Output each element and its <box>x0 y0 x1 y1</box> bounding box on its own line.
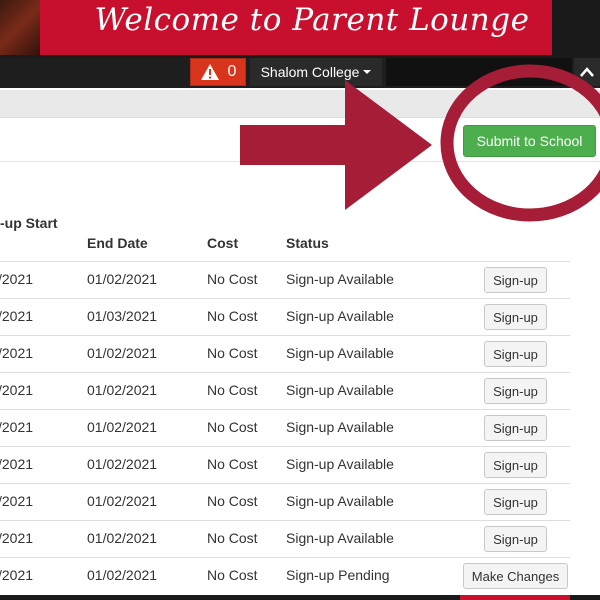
cost-cell: No Cost <box>207 493 258 509</box>
end-date-cell: 01/02/2021 <box>87 419 158 435</box>
sub-toolbar <box>0 90 600 118</box>
end-date-cell: 01/02/2021 <box>87 567 158 583</box>
warning-icon <box>200 64 219 80</box>
status-cell: Sign-up Available <box>286 493 394 509</box>
nav-spacer <box>386 58 572 86</box>
start-date-cell: /2021 <box>0 419 34 435</box>
collapse-up-button[interactable] <box>574 58 600 86</box>
status-cell: Sign-up Available <box>286 345 394 361</box>
table-row: /2021 01/02/2021 No Cost Sign-up Available S… <box>0 409 570 446</box>
alerts-button[interactable]: 0 <box>190 58 246 86</box>
signup-button[interactable]: Sign-up <box>484 452 547 478</box>
submit-to-school-button[interactable]: Submit to School <box>463 125 596 157</box>
bottom-accent <box>460 595 570 600</box>
column-header-status: Status <box>286 235 329 251</box>
signup-button[interactable]: Sign-up <box>484 267 547 293</box>
column-header-cost: Cost <box>207 235 239 251</box>
start-date-cell: /2021 <box>0 530 34 546</box>
status-cell: Sign-up Available <box>286 456 394 472</box>
signup-button[interactable]: Sign-up <box>484 304 547 330</box>
top-navigation: 0 Shalom College <box>0 58 600 88</box>
end-date-cell: 01/02/2021 <box>87 271 158 287</box>
status-cell: Sign-up Available <box>286 308 394 324</box>
cost-cell: No Cost <box>207 530 258 546</box>
cost-cell: No Cost <box>207 567 258 583</box>
cost-cell: No Cost <box>207 271 258 287</box>
start-date-cell: /2021 <box>0 345 34 361</box>
end-date-cell: 01/02/2021 <box>87 456 158 472</box>
table-row: /2021 01/02/2021 No Cost Sign-up Available S… <box>0 520 570 557</box>
status-cell: Sign-up Available <box>286 530 394 546</box>
table-row: /2021 01/03/2021 No Cost Sign-up Available S… <box>0 298 570 335</box>
school-selector-dropdown[interactable]: Shalom College <box>250 58 382 86</box>
signup-button[interactable]: Sign-up <box>484 415 547 441</box>
alert-count: 0 <box>227 63 237 80</box>
table-row: /2021 01/02/2021 No Cost Sign-up Available S… <box>0 335 570 372</box>
cost-cell: No Cost <box>207 456 258 472</box>
start-date-cell: /2021 <box>0 382 34 398</box>
table-row: /2021 01/02/2021 No Cost Sign-up Available S… <box>0 372 570 409</box>
status-cell: Sign-up Pending <box>286 567 390 583</box>
cost-cell: No Cost <box>207 345 258 361</box>
status-cell: Sign-up Available <box>286 419 394 435</box>
end-date-cell: 01/03/2021 <box>87 308 158 324</box>
start-date-cell: /2021 <box>0 271 34 287</box>
end-date-cell: 01/02/2021 <box>87 382 158 398</box>
end-date-cell: 01/02/2021 <box>87 530 158 546</box>
signup-button[interactable]: Sign-up <box>484 378 547 404</box>
column-header-end-date: End Date <box>87 235 148 251</box>
header-banner: Welcome to Parent Lounge <box>0 0 600 58</box>
start-date-cell: /2021 <box>0 567 34 583</box>
signup-button[interactable]: Sign-up <box>484 526 547 552</box>
status-cell: Sign-up Available <box>286 382 394 398</box>
table-row: /2021 01/02/2021 No Cost Sign-up Available S… <box>0 446 570 483</box>
table-row: /2021 01/02/2021 No Cost Sign-up Available S… <box>0 261 570 298</box>
banner-title: Welcome to Parent Lounge <box>94 2 530 38</box>
start-date-cell: /2021 <box>0 493 34 509</box>
school-name: Shalom College <box>260 64 360 80</box>
signup-button[interactable]: Sign-up <box>484 341 547 367</box>
column-header-signup-start: -up Start <box>0 215 58 231</box>
caret-down-icon <box>363 70 372 74</box>
start-date-cell: /2021 <box>0 308 34 324</box>
make-changes-button[interactable]: Make Changes <box>463 563 568 589</box>
start-date-cell: /2021 <box>0 456 34 472</box>
signup-button[interactable]: Sign-up <box>484 489 547 515</box>
table-row: /2021 01/02/2021 No Cost Sign-up Available S… <box>0 483 570 520</box>
chevron-up-icon <box>580 67 594 77</box>
table-row: /2021 01/02/2021 No Cost Sign-up Pending Mak… <box>0 557 570 594</box>
end-date-cell: 01/02/2021 <box>87 345 158 361</box>
end-date-cell: 01/02/2021 <box>87 493 158 509</box>
cost-cell: No Cost <box>207 382 258 398</box>
cost-cell: No Cost <box>207 419 258 435</box>
status-cell: Sign-up Available <box>286 271 394 287</box>
cost-cell: No Cost <box>207 308 258 324</box>
